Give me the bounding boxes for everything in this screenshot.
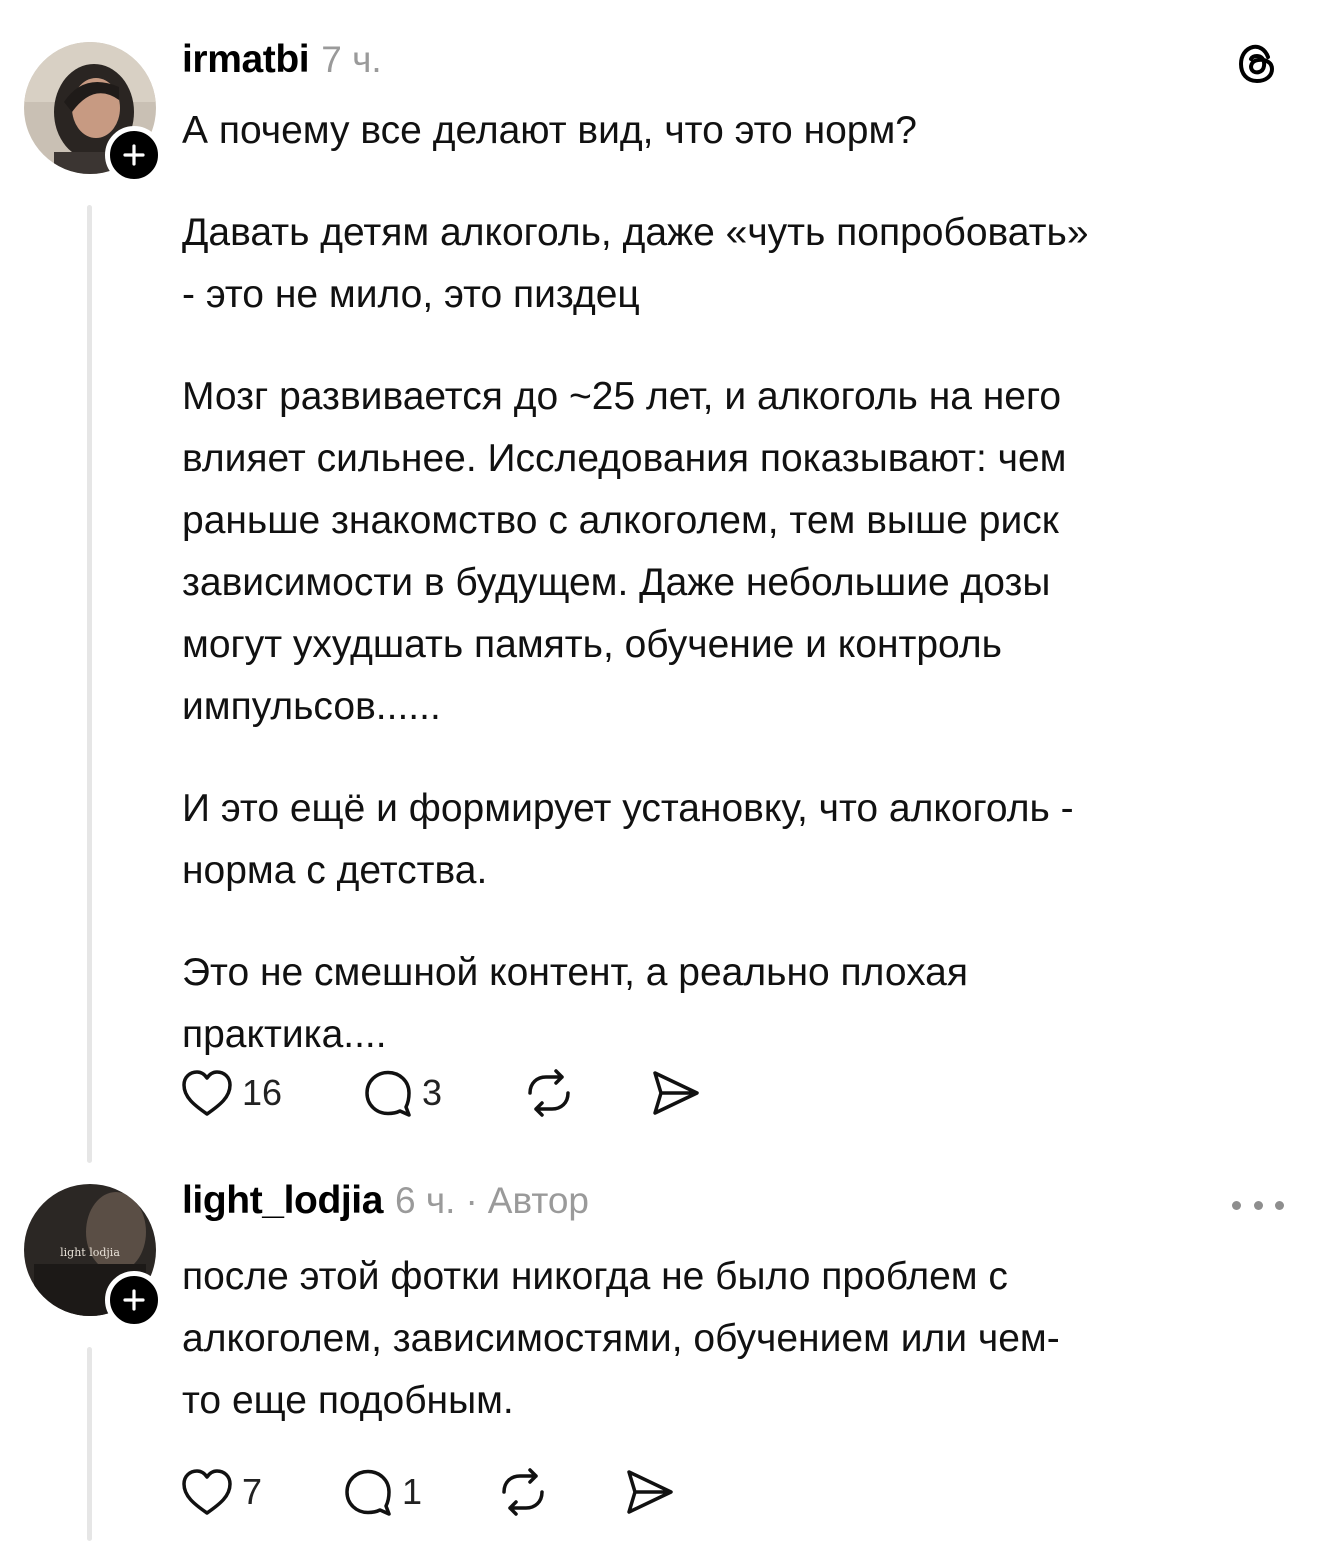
paragraph: Мозг развивается до ~25 лет, и алкоголь … — [182, 375, 1067, 728]
timestamp: 7 ч. — [321, 39, 382, 80]
plus-icon — [123, 144, 145, 166]
post-body: А почему все делают вид, что это норм? Д… — [182, 100, 1282, 1066]
share-icon — [653, 1071, 699, 1115]
username[interactable]: light_lodjia — [182, 1179, 383, 1223]
share-button[interactable] — [650, 1063, 702, 1123]
repost-icon — [528, 1069, 570, 1117]
comment-icon — [345, 1469, 391, 1516]
username[interactable]: irmatbi — [182, 38, 310, 82]
paragraph: А почему все делают вид, что это норм? — [182, 109, 918, 152]
thread-post: irmatbi 7 ч. А почему все делают вид, чт… — [0, 0, 1320, 1165]
more-icon-dot — [1275, 1200, 1284, 1210]
reply-button[interactable]: 1 — [342, 1462, 422, 1522]
more-icon — [1232, 1200, 1241, 1210]
plus-icon — [123, 1289, 145, 1311]
reply-count: 3 — [422, 1072, 443, 1113]
author-badge: Автор — [487, 1180, 590, 1221]
reply-button[interactable]: 3 — [362, 1063, 442, 1123]
follow-button[interactable] — [105, 1271, 163, 1329]
comment-icon — [365, 1070, 411, 1117]
paragraph: И это ещё и формирует установку, что алк… — [182, 787, 1074, 892]
paragraph: Давать детям алкоголь, даже «чуть попроб… — [182, 211, 1089, 316]
repost-button[interactable] — [496, 1462, 550, 1522]
follow-button[interactable] — [105, 126, 163, 184]
paragraph: Это не смешной контент, а реально плохая… — [182, 951, 968, 1056]
thread-post: light lodjia light_lodjia 6 ч. · Автор п… — [0, 1165, 1320, 1544]
share-button[interactable] — [624, 1462, 676, 1522]
more-options-button[interactable] — [1232, 1187, 1284, 1223]
thread-line — [87, 205, 92, 1163]
timestamp: 6 ч. — [395, 1180, 456, 1221]
repost-icon — [502, 1468, 544, 1516]
repost-button[interactable] — [522, 1063, 576, 1123]
like-count: 7 — [242, 1471, 263, 1512]
threads-logo-icon — [1238, 44, 1275, 84]
paragraph: после этой фотки никогда не было проблем… — [182, 1255, 1060, 1422]
post-header: irmatbi 7 ч. — [182, 38, 382, 82]
reply-count: 1 — [402, 1471, 423, 1512]
avatar-text: light lodjia — [60, 1246, 120, 1259]
heart-icon — [182, 1469, 232, 1515]
heart-icon — [182, 1070, 232, 1116]
post-body: после этой фотки никогда не было проблем… — [182, 1246, 1282, 1432]
separator: · — [465, 1180, 478, 1221]
thread-line — [87, 1347, 92, 1541]
more-icon-dot — [1253, 1200, 1263, 1210]
like-button[interactable]: 7 — [180, 1462, 262, 1522]
share-icon — [627, 1470, 673, 1514]
post-header: light_lodjia 6 ч. · Автор — [182, 1179, 589, 1223]
like-count: 16 — [242, 1072, 283, 1113]
like-button[interactable]: 16 — [180, 1063, 282, 1123]
